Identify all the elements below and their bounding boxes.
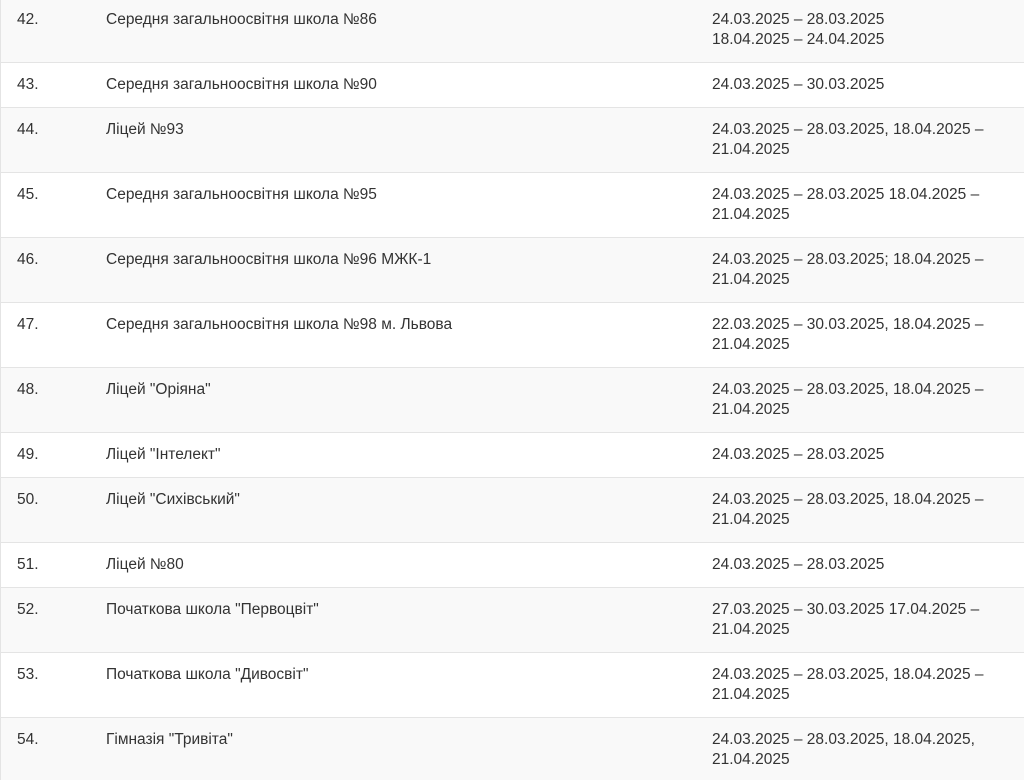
date-line: 21.04.2025 bbox=[712, 686, 790, 703]
vacation-dates: 24.03.2025 – 28.03.2025 18.04.2025 – 24.… bbox=[712, 10, 1022, 50]
vacation-dates: 24.03.2025 – 28.03.2025, 18.04.2025 – 21… bbox=[712, 665, 1022, 705]
date-line: 24.03.2025 – 28.03.2025 bbox=[712, 11, 885, 28]
school-name: Середня загальноосвітня школа №90 bbox=[106, 76, 377, 93]
row-number: 54. bbox=[17, 731, 39, 748]
date-line: 22.03.2025 – 30.03.2025, 18.04.2025 – bbox=[712, 316, 984, 333]
date-line: 24.03.2025 – 30.03.2025 bbox=[712, 76, 885, 93]
date-line: 21.04.2025 bbox=[712, 621, 790, 638]
table-row: 46. Середня загальноосвітня школа №96 МЖ… bbox=[1, 238, 1024, 303]
date-line: 21.04.2025 bbox=[712, 206, 790, 223]
date-line: 21.04.2025 bbox=[712, 271, 790, 288]
school-name: Ліцей "Оріяна" bbox=[106, 381, 211, 398]
school-name: Середня загальноосвітня школа №95 bbox=[106, 186, 377, 203]
vacation-dates: 24.03.2025 – 28.03.2025, 18.04.2025 – 21… bbox=[712, 380, 1022, 420]
table-row: 42. Середня загальноосвітня школа №86 24… bbox=[1, 0, 1024, 63]
row-number: 44. bbox=[17, 121, 39, 138]
row-number: 51. bbox=[17, 556, 39, 573]
vacation-dates: 27.03.2025 – 30.03.2025 17.04.2025 – 21.… bbox=[712, 600, 1022, 640]
row-number: 48. bbox=[17, 381, 39, 398]
row-number: 50. bbox=[17, 491, 39, 508]
date-line: 24.03.2025 – 28.03.2025, 18.04.2025 – bbox=[712, 491, 984, 508]
row-number: 53. bbox=[17, 666, 39, 683]
table-row: 45. Середня загальноосвітня школа №95 24… bbox=[1, 173, 1024, 238]
date-line: 24.03.2025 – 28.03.2025, 18.04.2025 – bbox=[712, 666, 984, 683]
table-row: 54. Гімназія "Тривіта" 24.03.2025 – 28.0… bbox=[1, 718, 1024, 780]
vacation-dates: 24.03.2025 – 28.03.2025 bbox=[712, 445, 1022, 465]
vacation-dates: 24.03.2025 – 28.03.2025, 18.04.2025 – 21… bbox=[712, 490, 1022, 530]
date-line: 27.03.2025 – 30.03.2025 17.04.2025 – bbox=[712, 601, 980, 618]
date-line: 21.04.2025 bbox=[712, 336, 790, 353]
vacation-dates: 24.03.2025 – 28.03.2025, 18.04.2025 – 21… bbox=[712, 120, 1022, 160]
date-line: 24.03.2025 – 28.03.2025, 18.04.2025 – bbox=[712, 381, 984, 398]
date-line: 21.04.2025 bbox=[712, 141, 790, 158]
row-number: 49. bbox=[17, 446, 39, 463]
vacation-dates: 24.03.2025 – 28.03.2025 bbox=[712, 555, 1022, 575]
row-number: 45. bbox=[17, 186, 39, 203]
vacation-dates: 24.03.2025 – 30.03.2025 bbox=[712, 75, 1022, 95]
row-number: 46. bbox=[17, 251, 39, 268]
date-line: 21.04.2025 bbox=[712, 401, 790, 418]
table-row: 53. Початкова школа "Дивосвіт" 24.03.202… bbox=[1, 653, 1024, 718]
row-number: 42. bbox=[17, 11, 39, 28]
school-name: Середня загальноосвітня школа №98 м. Льв… bbox=[106, 316, 453, 333]
date-line: 24.03.2025 – 28.03.2025; 18.04.2025 – bbox=[712, 251, 984, 268]
row-number: 43. bbox=[17, 76, 39, 93]
vacation-dates: 24.03.2025 – 28.03.2025 18.04.2025 – 21.… bbox=[712, 185, 1022, 225]
table-row: 48. Ліцей "Оріяна" 24.03.2025 – 28.03.20… bbox=[1, 368, 1024, 433]
vacation-dates: 24.03.2025 – 28.03.2025, 18.04.2025, 21.… bbox=[712, 730, 1022, 770]
table-row: 51. Ліцей №80 24.03.2025 – 28.03.2025 bbox=[1, 543, 1024, 588]
table-row: 44. Ліцей №93 24.03.2025 – 28.03.2025, 1… bbox=[1, 108, 1024, 173]
vacation-dates: 22.03.2025 – 30.03.2025, 18.04.2025 – 21… bbox=[712, 315, 1022, 355]
school-name: Ліцей №80 bbox=[106, 556, 184, 573]
school-name: Ліцей "Сихівський" bbox=[106, 491, 240, 508]
school-name: Ліцей "Інтелект" bbox=[106, 446, 221, 463]
school-vacation-table: 42. Середня загальноосвітня школа №86 24… bbox=[0, 0, 1024, 780]
school-name: Початкова школа "Первоцвіт" bbox=[106, 601, 319, 618]
vacation-dates: 24.03.2025 – 28.03.2025; 18.04.2025 – 21… bbox=[712, 250, 1022, 290]
table-row: 50. Ліцей "Сихівський" 24.03.2025 – 28.0… bbox=[1, 478, 1024, 543]
date-line: 24.03.2025 – 28.03.2025 18.04.2025 – bbox=[712, 186, 980, 203]
table-row: 47. Середня загальноосвітня школа №98 м.… bbox=[1, 303, 1024, 368]
school-name: Ліцей №93 bbox=[106, 121, 184, 138]
table-row: 49. Ліцей "Інтелект" 24.03.2025 – 28.03.… bbox=[1, 433, 1024, 478]
date-line: 24.03.2025 – 28.03.2025 bbox=[712, 556, 885, 573]
date-line: 24.03.2025 – 28.03.2025 bbox=[712, 446, 885, 463]
school-name: Гімназія "Тривіта" bbox=[106, 731, 233, 748]
table-row: 43. Середня загальноосвітня школа №90 24… bbox=[1, 63, 1024, 108]
date-line: 24.03.2025 – 28.03.2025, 18.04.2025 – bbox=[712, 121, 984, 138]
table-row: 52. Початкова школа "Первоцвіт" 27.03.20… bbox=[1, 588, 1024, 653]
school-name: Середня загальноосвітня школа №96 МЖК-1 bbox=[106, 251, 432, 268]
date-line: 21.04.2025 bbox=[712, 751, 790, 768]
date-line: 18.04.2025 – 24.04.2025 bbox=[712, 31, 885, 48]
date-line: 24.03.2025 – 28.03.2025, 18.04.2025, bbox=[712, 731, 975, 748]
row-number: 52. bbox=[17, 601, 39, 618]
school-name: Початкова школа "Дивосвіт" bbox=[106, 666, 309, 683]
date-line: 21.04.2025 bbox=[712, 511, 790, 528]
row-number: 47. bbox=[17, 316, 39, 333]
school-name: Середня загальноосвітня школа №86 bbox=[106, 11, 377, 28]
